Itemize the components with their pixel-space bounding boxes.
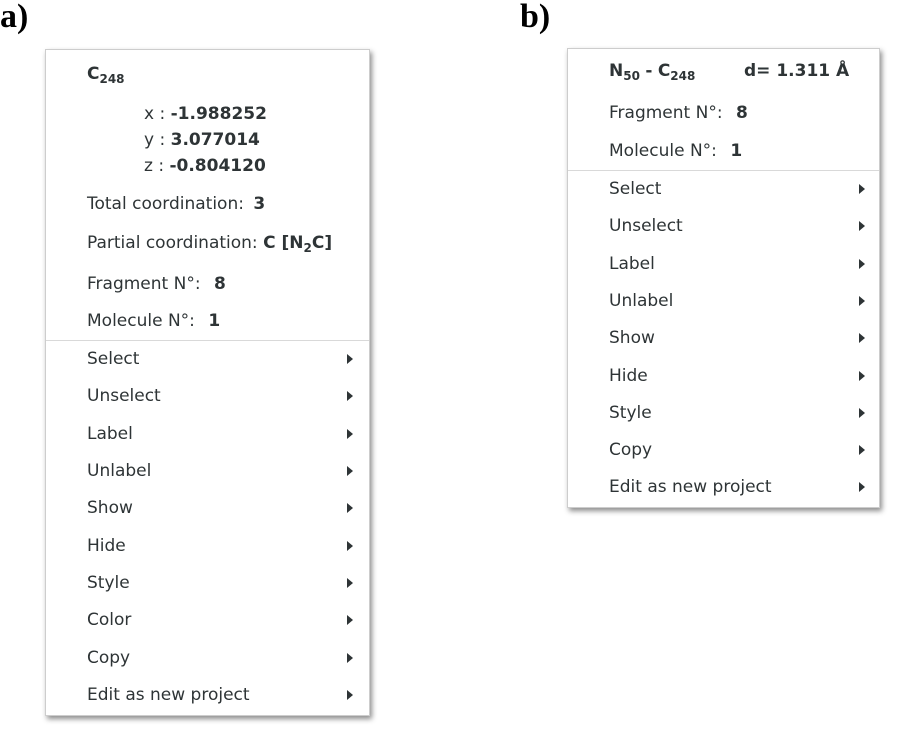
menu-item-edit-as-new-project[interactable]: Edit as new project (46, 677, 369, 714)
submenu-arrow-icon (347, 578, 353, 588)
partial-coordination: Partial coordination: C [N2C] (87, 233, 333, 255)
coord-z-label: z : (144, 156, 165, 176)
submenu-arrow-icon (347, 653, 353, 663)
submenu-arrow-icon (859, 333, 865, 343)
molecule-value: 1 (730, 141, 743, 161)
submenu-arrow-icon (859, 482, 865, 492)
total-coordination-value: 3 (253, 194, 266, 214)
coord-z-value: -0.804120 (169, 156, 266, 176)
menu-item-label[interactable]: Label (46, 416, 369, 453)
submenu-arrow-icon (347, 615, 353, 625)
total-coordination: Total coordination: 3 (87, 196, 265, 213)
submenu-arrow-icon (859, 408, 865, 418)
menu-item-hide[interactable]: Hide (46, 528, 369, 565)
coord-x: x : -1.988252 (144, 106, 267, 123)
menu-item-show[interactable]: Show (46, 490, 369, 527)
menu-item-style[interactable]: Style (46, 565, 369, 602)
molecule-value: 1 (208, 311, 221, 331)
fragment-value: 8 (213, 274, 226, 294)
menu-item-unselect[interactable]: Unselect (46, 378, 369, 415)
molecule-label: Molecule N°: (609, 141, 717, 161)
total-coordination-label: Total coordination: (87, 194, 244, 214)
molecule-number: Molecule N°: 1 (87, 313, 220, 330)
menu-item-select[interactable]: Select (568, 171, 879, 208)
menu-item-show[interactable]: Show (568, 320, 879, 357)
submenu-arrow-icon (859, 445, 865, 455)
menu-item-select[interactable]: Select (46, 341, 369, 378)
bond-title: N50 - C248 (609, 61, 696, 83)
menu-item-copy[interactable]: Copy (46, 640, 369, 677)
menu-item-copy[interactable]: Copy (568, 432, 879, 469)
submenu-arrow-icon (859, 259, 865, 269)
menu-item-style[interactable]: Style (568, 395, 879, 432)
molecule-label: Molecule N°: (87, 311, 195, 331)
menu-item-edit-as-new-project[interactable]: Edit as new project (568, 469, 879, 506)
molecule-number: Molecule N°: 1 (609, 143, 742, 160)
coord-x-label: x : (144, 104, 166, 124)
coord-y-label: y : (144, 130, 166, 150)
submenu-arrow-icon (347, 503, 353, 513)
submenu-arrow-icon (347, 690, 353, 700)
atom-context-menu: C248 x : -1.988252 y : 3.077014 z : -0.8… (45, 49, 370, 716)
coord-y-value: 3.077014 (170, 130, 260, 150)
partial-coordination-value: C [N2C] (263, 233, 333, 255)
submenu-arrow-icon (347, 354, 353, 364)
coord-y: y : 3.077014 (144, 132, 260, 149)
submenu-arrow-icon (859, 371, 865, 381)
bond-distance: d= 1.311 Å (744, 61, 850, 81)
fragment-number: Fragment N°: 8 (87, 276, 226, 293)
coord-z: z : -0.804120 (144, 158, 266, 175)
panel-a-letter: a) (0, 0, 29, 35)
fragment-value: 8 (735, 103, 748, 123)
submenu-arrow-icon (347, 466, 353, 476)
menu-item-unlabel[interactable]: Unlabel (568, 283, 879, 320)
atom-title: C248 (87, 64, 125, 86)
submenu-arrow-icon (347, 429, 353, 439)
submenu-arrow-icon (859, 296, 865, 306)
submenu-arrow-icon (859, 184, 865, 194)
menu-item-hide[interactable]: Hide (568, 358, 879, 395)
menu-item-label[interactable]: Label (568, 246, 879, 283)
partial-coordination-label: Partial coordination: (87, 233, 258, 253)
menu-item-unlabel[interactable]: Unlabel (46, 453, 369, 490)
submenu-arrow-icon (347, 541, 353, 551)
menu-item-color[interactable]: Color (46, 602, 369, 639)
submenu-arrow-icon (347, 391, 353, 401)
fragment-number: Fragment N°: 8 (609, 105, 748, 122)
coord-x-value: -1.988252 (170, 104, 267, 124)
menu-item-unselect[interactable]: Unselect (568, 208, 879, 245)
fragment-label: Fragment N°: (609, 103, 723, 123)
submenu-arrow-icon (859, 221, 865, 231)
bond-context-menu: N50 - C248 d= 1.311 Å Fragment N°: 8 Mol… (567, 48, 880, 508)
panel-b-letter: b) (520, 0, 551, 35)
fragment-label: Fragment N°: (87, 274, 201, 294)
